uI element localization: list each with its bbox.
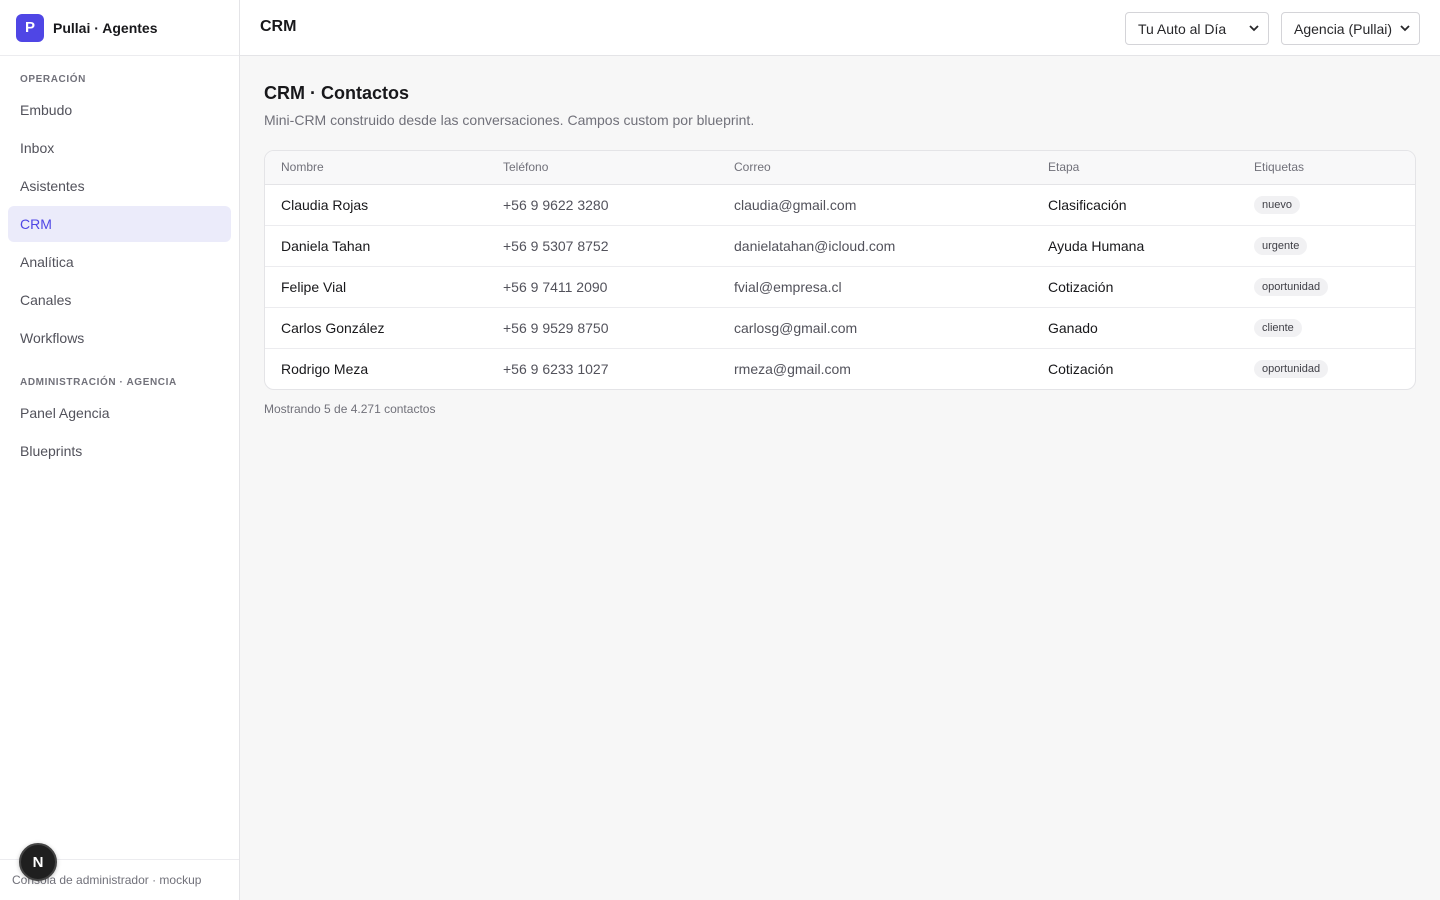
contact-name: Carlos González	[265, 307, 487, 349]
brand-name: Pullai · Agentes	[53, 19, 158, 36]
table-row[interactable]: Felipe Vial +56 9 7411 2090 fvial@empres…	[265, 266, 1415, 308]
contacts-table-card: Nombre Teléfono Correo Etapa Etiquetas C…	[264, 150, 1416, 390]
contact-phone: +56 9 9622 3280	[487, 184, 718, 226]
contact-stage: Ayuda Humana	[1032, 225, 1238, 267]
tag-badge: urgente	[1254, 237, 1308, 255]
chevron-down-icon	[1249, 25, 1259, 32]
tag-badge: nuevo	[1254, 196, 1300, 214]
contact-email: rmeza@gmail.com	[734, 360, 851, 377]
contact-tags: cliente	[1238, 307, 1415, 349]
table-row[interactable]: Daniela Tahan +56 9 5307 8752 danielatah…	[265, 225, 1415, 267]
contact-stage: Cotización	[1032, 266, 1238, 308]
section-label-administracion: Administración · Agencia	[20, 377, 177, 388]
column-header-etiquetas[interactable]: Etiquetas	[1238, 151, 1415, 185]
sidebar-item-workflows[interactable]: Workflows	[8, 320, 231, 356]
sidebar-item-crm[interactable]: CRM	[8, 206, 231, 242]
contact-stage: Cotización	[1048, 360, 1114, 377]
contact-email: danielatahan@icloud.com	[718, 225, 1032, 267]
column-header-etapa[interactable]: Etapa	[1032, 151, 1238, 185]
chevron-down-icon	[1400, 25, 1410, 32]
contact-tags: urgente	[1238, 225, 1415, 267]
table-header-row: Nombre Teléfono Correo Etapa Etiquetas	[265, 151, 1415, 185]
table-row[interactable]: Rodrigo Meza +56 9 6233 1027 rmeza@gmail…	[265, 348, 1415, 389]
section-label-operacion: Operación	[20, 74, 86, 85]
contact-tags: oportunidad	[1238, 266, 1415, 308]
contact-tags: oportunidad	[1238, 348, 1415, 389]
dev-tools-badge[interactable]: N	[19, 843, 57, 881]
page-title: CRM · Contactos	[264, 83, 409, 103]
contact-stage: Clasificación	[1032, 184, 1238, 226]
topbar-title: CRM	[260, 18, 297, 35]
contact-phone: +56 9 5307 8752	[487, 225, 718, 267]
contact-phone: +56 9 9529 8750	[487, 307, 718, 349]
nav-administracion: Panel Agencia Blueprints	[8, 395, 231, 471]
agency-select[interactable]: Agencia (Pullai)	[1281, 12, 1420, 45]
sidebar-item-embudo[interactable]: Embudo	[8, 92, 231, 128]
sidebar-item-inbox[interactable]: Inbox	[8, 130, 231, 166]
contact-email: claudia@gmail.com	[718, 184, 1032, 226]
contact-phone: +56 9 7411 2090	[487, 266, 718, 308]
tag-badge: cliente	[1254, 319, 1302, 337]
contact-phone: +56 9 6233 1027	[503, 360, 609, 377]
sidebar-item-asistentes[interactable]: Asistentes	[8, 168, 231, 204]
topbar: CRM Tu Auto al Día Agencia (Pullai)	[240, 0, 1440, 56]
sidebar-item-canales[interactable]: Canales	[8, 282, 231, 318]
contacts-table: Nombre Teléfono Correo Etapa Etiquetas C…	[265, 151, 1415, 389]
contact-tags: nuevo	[1238, 184, 1415, 226]
nav-operacion: Embudo Inbox Asistentes CRM Analítica Ca…	[8, 92, 231, 358]
sidebar: P Pullai · Agentes Operación Embudo Inbo…	[0, 0, 240, 900]
column-header-correo[interactable]: Correo	[718, 151, 1032, 185]
tag-badge: oportunidad	[1254, 278, 1329, 296]
table-row[interactable]: Carlos González +56 9 9529 8750 carlosg@…	[265, 307, 1415, 349]
client-select-value: Tu Auto al Día	[1138, 20, 1227, 37]
contact-name: Claudia Rojas	[265, 184, 487, 226]
sidebar-item-blueprints[interactable]: Blueprints	[8, 433, 231, 469]
brand-logo: P	[16, 13, 44, 42]
client-select[interactable]: Tu Auto al Día	[1125, 12, 1269, 45]
contact-name: Rodrigo Meza	[281, 360, 369, 377]
contact-email: fvial@empresa.cl	[718, 266, 1032, 308]
sidebar-item-panel-agencia[interactable]: Panel Agencia	[8, 395, 231, 431]
column-header-telefono[interactable]: Teléfono	[487, 151, 718, 185]
brand[interactable]: P Pullai · Agentes	[0, 0, 239, 56]
sidebar-item-analitica[interactable]: Analítica	[8, 244, 231, 280]
page-subtitle: Mini-CRM construido desde las conversaci…	[264, 112, 755, 128]
contact-email: carlosg@gmail.com	[718, 307, 1032, 349]
agency-select-value: Agencia (Pullai)	[1294, 20, 1393, 37]
contact-stage: Ganado	[1032, 307, 1238, 349]
tag-badge: oportunidad	[1254, 360, 1329, 379]
column-header-nombre[interactable]: Nombre	[265, 151, 487, 185]
contact-name: Daniela Tahan	[265, 225, 487, 267]
table-row[interactable]: Claudia Rojas +56 9 9622 3280 claudia@gm…	[265, 184, 1415, 226]
results-count: Mostrando 5 de 4.271 contactos	[264, 402, 436, 416]
contact-name: Felipe Vial	[265, 266, 487, 308]
